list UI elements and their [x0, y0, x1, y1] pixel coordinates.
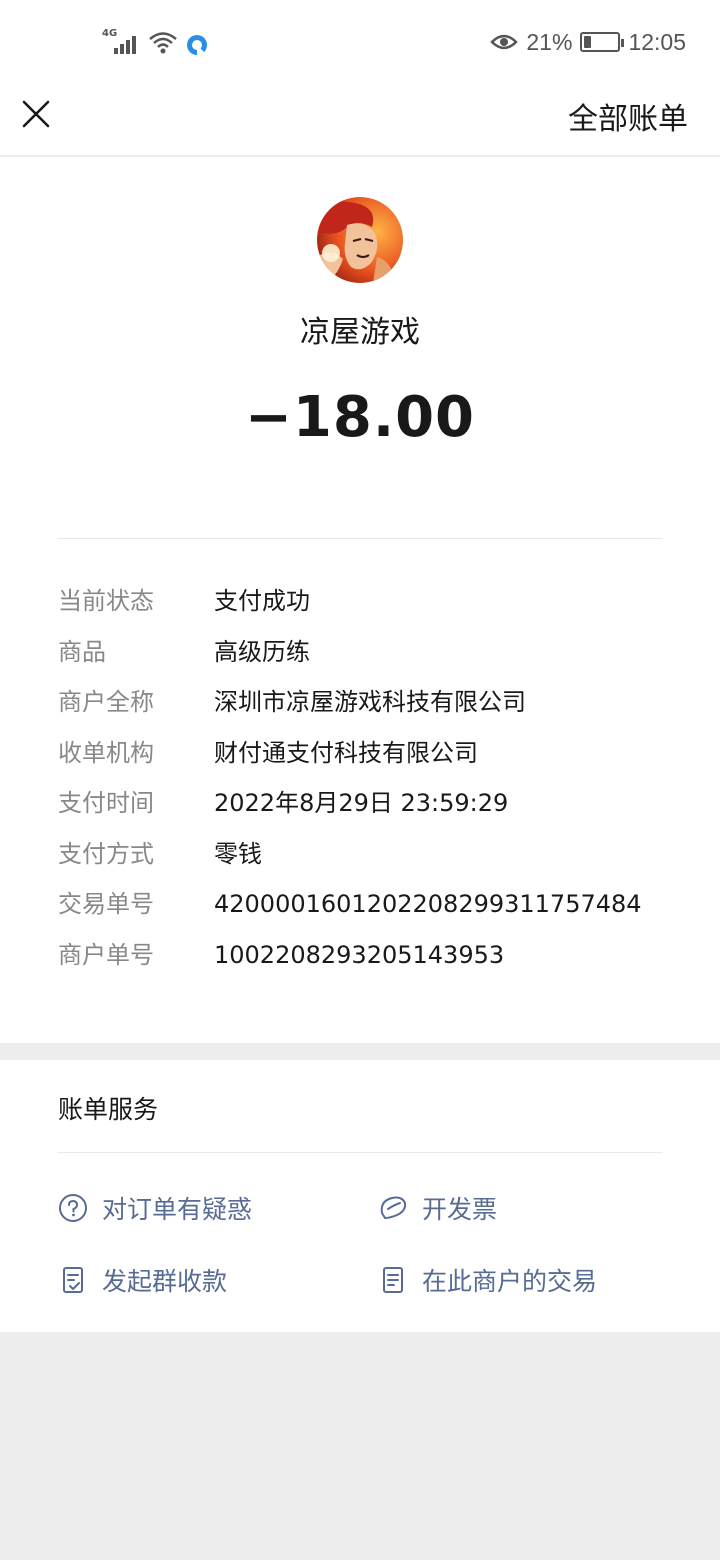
- detail-row-acquirer: 收单机构 财付通支付科技有限公司: [58, 733, 678, 784]
- detail-value: 深圳市凉屋游戏科技有限公司: [214, 688, 526, 716]
- invoice-button[interactable]: 开发票: [378, 1186, 497, 1230]
- detail-row-pay-time: 支付时间 2022年8月29日 23:59:29: [58, 783, 678, 834]
- detail-list: 当前状态 支付成功 商品 高级历练 商户全称 深圳市凉屋游戏科技有限公司 收单机…: [58, 581, 678, 985]
- invoice-icon: [380, 1196, 407, 1219]
- merchant-transactions-label: 在此商户的交易: [422, 1267, 598, 1296]
- status-bar: 4G 21% 12:05: [0, 0, 720, 80]
- detail-value: 零钱: [214, 839, 262, 868]
- bill-detail-panel: 凉屋游戏 −18.00 当前状态 支付成功 商品 高级历练 商户全称 深圳市凉屋…: [0, 157, 720, 1043]
- detail-value: 财付通支付科技有限公司: [214, 738, 478, 767]
- bill-services-panel: 账单服务 对订单有疑惑 开发票 发起群收款 在此商户的交易: [0, 1060, 720, 1332]
- merchant-avatar: [317, 197, 403, 283]
- detail-row-pay-method: 支付方式 零钱: [58, 834, 678, 885]
- detail-label: 商户全称: [58, 688, 154, 716]
- divider: [58, 538, 662, 539]
- detail-value: 2022年8月29日 23:59:29: [214, 789, 509, 817]
- battery-icon: [580, 32, 625, 52]
- close-icon[interactable]: [18, 96, 54, 132]
- wifi-icon: [149, 32, 177, 54]
- battery-percent: 21%: [526, 28, 573, 55]
- group-collect-label: 发起群收款: [102, 1267, 228, 1296]
- detail-row-product: 商品 高级历练: [58, 632, 678, 683]
- detail-value[interactable]: 4200001601202208299311757484: [214, 884, 642, 924]
- clock: 12:05: [628, 28, 686, 55]
- detail-value: 高级历练: [214, 637, 310, 666]
- app-notification-icon: [187, 35, 207, 55]
- all-bills-link[interactable]: 全部账单: [568, 94, 688, 138]
- detail-row-merchant-full-name: 商户全称 深圳市凉屋游戏科技有限公司: [58, 682, 678, 733]
- detail-label: 商户单号: [58, 940, 154, 969]
- detail-label: 当前状态: [58, 587, 154, 615]
- detail-row-status: 当前状态 支付成功: [58, 581, 678, 632]
- services-title: 账单服务: [58, 1095, 159, 1124]
- detail-label: 支付时间: [58, 789, 154, 817]
- detail-label: 收单机构: [58, 738, 154, 767]
- invoice-label: 开发票: [422, 1195, 498, 1224]
- payment-amount: −18.00: [244, 385, 476, 450]
- group-collect-icon: [63, 1267, 83, 1293]
- order-question-label: 对订单有疑惑: [102, 1195, 253, 1224]
- merchant-name: 凉屋游戏: [300, 315, 420, 350]
- detail-value[interactable]: 1002208293205143953: [214, 935, 504, 975]
- merchant-transactions-button[interactable]: 在此商户的交易: [378, 1258, 597, 1302]
- document-icon: [383, 1267, 403, 1293]
- nav-bar: 全部账单: [0, 80, 720, 156]
- detail-row-merchant-order-id: 商户单号 1002208293205143953: [58, 935, 678, 986]
- detail-label: 交易单号: [58, 890, 154, 918]
- divider: [58, 1152, 662, 1153]
- network-type: 4G: [102, 28, 118, 39]
- detail-row-transaction-id: 交易单号 4200001601202208299311757484: [58, 884, 678, 935]
- order-question-button[interactable]: 对订单有疑惑: [58, 1186, 252, 1230]
- detail-label: 支付方式: [58, 839, 154, 868]
- eye-comfort-icon: [490, 34, 519, 50]
- group-collect-button[interactable]: 发起群收款: [58, 1258, 227, 1302]
- question-icon: [59, 1194, 87, 1222]
- detail-value: 支付成功: [214, 587, 310, 615]
- detail-label: 商品: [58, 637, 106, 666]
- signal-icon: 4G: [100, 28, 140, 56]
